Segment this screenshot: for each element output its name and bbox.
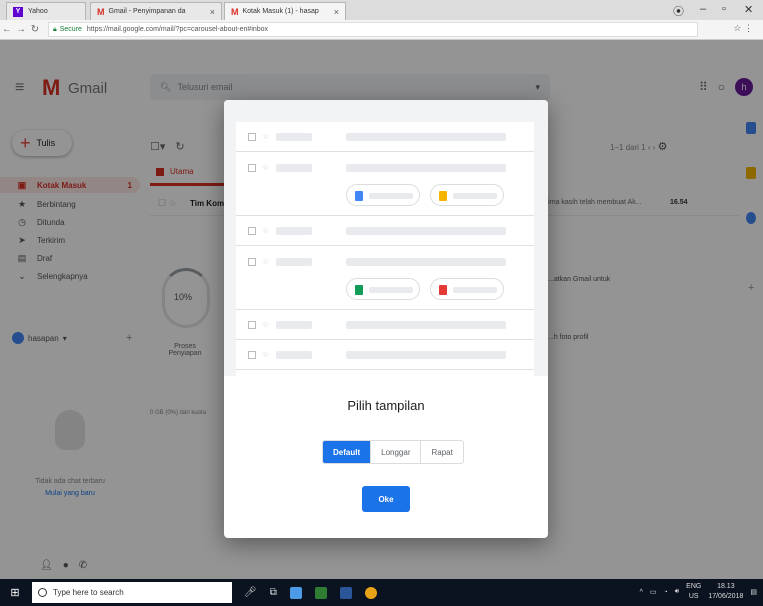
checkbox-icon <box>248 164 256 172</box>
windows-start-icon[interactable]: ⊞ <box>4 586 26 599</box>
attachment-chip <box>346 184 420 206</box>
density-options: Default Longgar Rapat <box>322 440 464 464</box>
placeholder-bar <box>453 193 497 199</box>
system-tray: ^ ▭ ◔ 🔊︎ ENG US 18.13 17/06/2018 ▤ <box>640 582 757 602</box>
list-item: ☆ <box>236 216 534 246</box>
star-icon: ☆ <box>262 320 270 329</box>
chrome-app-icon[interactable] <box>364 586 377 599</box>
profile-icon[interactable]: ⦿ <box>673 3 684 19</box>
microphone-icon[interactable]: 🎤︎ <box>244 587 257 598</box>
checkbox-icon <box>248 227 256 235</box>
list-item: ☆ <box>236 310 534 340</box>
placeholder-bar <box>346 258 506 266</box>
close-tab-icon[interactable]: × <box>334 7 339 17</box>
url-text: https://mail.google.com/mail/?pc=carouse… <box>86 26 269 33</box>
density-dialog: ☆ ☆ ☆ ☆ ☆ ☆ Pilih tampilan Default Longg… <box>224 100 548 538</box>
store-app-icon[interactable] <box>289 586 302 599</box>
placeholder-bar <box>276 227 312 235</box>
placeholder-bar <box>346 321 506 329</box>
list-item: ☆ <box>236 122 534 152</box>
placeholder-bar <box>346 164 506 172</box>
maximize-icon[interactable]: ▫ <box>722 3 726 15</box>
clock-time: 18.13 <box>717 583 735 590</box>
star-icon: ☆ <box>262 163 270 172</box>
clock[interactable]: 18.13 17/06/2018 <box>708 582 743 602</box>
network-icon[interactable]: ▭ <box>650 588 657 596</box>
placeholder-bar <box>276 164 312 172</box>
slides-file-icon <box>439 191 447 201</box>
attachment-chip <box>430 184 504 206</box>
attachment-chip <box>430 278 504 300</box>
star-icon: ☆ <box>262 132 270 141</box>
pdf-file-icon <box>439 285 447 295</box>
placeholder-bar <box>346 351 506 359</box>
region-text: US <box>688 593 699 600</box>
back-icon[interactable]: ← <box>0 24 14 35</box>
word-app-icon[interactable] <box>339 586 352 599</box>
star-icon: ☆ <box>262 257 270 266</box>
checkbox-icon <box>248 133 256 141</box>
volume-icon[interactable]: 🔊︎ <box>675 588 679 596</box>
tab-title: Kotak Masuk (1) - hasap <box>242 8 319 15</box>
placeholder-bar <box>369 193 413 199</box>
density-preview: ☆ ☆ ☆ ☆ ☆ ☆ <box>224 100 548 376</box>
list-item: ☆ <box>236 152 534 216</box>
density-option-compact[interactable]: Rapat <box>421 441 462 463</box>
lang-text: ENG <box>686 583 702 590</box>
gmail-favicon-icon: M <box>231 6 239 17</box>
feather-app-icon[interactable] <box>314 586 327 599</box>
sheets-file-icon <box>355 285 363 295</box>
checkbox-icon <box>248 321 256 329</box>
taskbar-search-input[interactable]: Type here to search <box>32 582 232 603</box>
placeholder-bar <box>453 287 497 293</box>
wifi-icon[interactable]: ◔ <box>664 589 668 596</box>
forward-icon[interactable]: → <box>14 24 28 35</box>
taskbar-search-placeholder: Type here to search <box>53 588 124 597</box>
close-tab-icon[interactable]: × <box>210 7 215 17</box>
checkbox-icon <box>248 351 256 359</box>
placeholder-bar <box>369 287 413 293</box>
placeholder-bar <box>276 258 312 266</box>
action-center-icon[interactable]: ▤ <box>750 588 757 596</box>
tray-arrow-icon[interactable]: ^ <box>640 589 643 596</box>
task-view-icon[interactable]: ⧉ <box>270 587 277 598</box>
clock-date: 17/06/2018 <box>708 593 744 600</box>
tab-title: Gmail - Penyimpanan da <box>108 8 186 15</box>
checkbox-icon <box>248 258 256 266</box>
secure-label: Secure <box>59 26 82 33</box>
reload-icon[interactable]: ↻ <box>28 24 42 35</box>
placeholder-bar <box>346 133 506 141</box>
cortana-icon <box>38 588 47 597</box>
placeholder-bar <box>346 227 506 235</box>
close-window-icon[interactable]: ✕ <box>744 3 753 16</box>
windows-taskbar: ⊞ Type here to search 🎤︎ ⧉ ^ ▭ ◔ 🔊︎ ENG … <box>0 579 763 606</box>
gmail-favicon-icon: M <box>97 6 105 17</box>
placeholder-bar <box>276 133 312 141</box>
placeholder-bar <box>276 351 312 359</box>
density-option-comfortable[interactable]: Longgar <box>371 441 422 463</box>
bookmark-star-icon[interactable]: ☆ ⋮ <box>733 23 753 34</box>
placeholder-bar <box>276 321 312 329</box>
tab-gmail-inbox[interactable]: M Kotak Masuk (1) - hasap × <box>224 2 346 20</box>
dialog-title: Pilih tampilan <box>347 398 425 413</box>
list-item: ☆ <box>236 340 534 370</box>
density-option-default[interactable]: Default <box>323 441 372 463</box>
url-field[interactable]: 🔒︎ Secure https://mail.google.com/mail/?… <box>48 22 698 37</box>
yahoo-favicon-icon: Y <box>13 6 23 17</box>
tab-gmail-storage[interactable]: M Gmail - Penyimpanan da × <box>90 2 222 20</box>
list-item: ☆ <box>236 246 534 310</box>
star-icon: ☆ <box>262 350 270 359</box>
preview-list: ☆ ☆ ☆ ☆ ☆ ☆ <box>236 122 534 376</box>
tab-yahoo[interactable]: Y Yahoo <box>6 2 86 20</box>
address-bar: ← → ↻ 🔒︎ Secure https://mail.google.com/… <box>0 20 763 40</box>
language-indicator[interactable]: ENG US <box>686 582 701 602</box>
attachment-chip <box>346 278 420 300</box>
tab-title: Yahoo <box>28 8 48 15</box>
minimize-icon[interactable]: – <box>700 3 706 15</box>
lock-icon: 🔒︎ <box>53 25 57 33</box>
docs-file-icon <box>355 191 363 201</box>
browser-tab-bar: Y Yahoo M Gmail - Penyimpanan da × M Kot… <box>0 0 763 20</box>
ok-button[interactable]: Oke <box>362 486 410 512</box>
star-icon: ☆ <box>262 226 270 235</box>
